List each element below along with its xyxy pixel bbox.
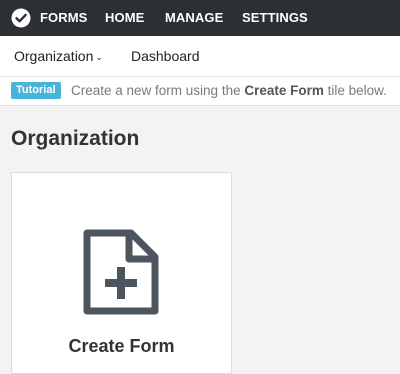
tutorial-badge[interactable]: Tutorial	[11, 82, 61, 99]
sub-navbar: Organization ⌄ Dashboard	[0, 36, 400, 77]
nav-home[interactable]: HOME	[105, 0, 144, 36]
tutorial-text-highlight: Create Form	[244, 83, 324, 98]
organization-dropdown-label: Organization	[14, 48, 94, 64]
create-form-label: Create Form	[68, 336, 175, 356]
chevron-down-icon: ⌄	[95, 52, 103, 62]
tutorial-text-end: tile below.	[323, 83, 387, 98]
top-navbar: FORMS HOME MANAGE SETTINGS	[0, 0, 400, 36]
nav-manage[interactable]: MANAGE	[165, 0, 223, 36]
check-circle-icon[interactable]	[11, 8, 31, 28]
dashboard-link[interactable]: Dashboard	[131, 36, 200, 76]
nav-forms[interactable]: FORMS	[40, 0, 87, 36]
tutorial-text-start: Create a new form using the	[71, 83, 245, 98]
create-form-tile[interactable]: Create Form	[11, 172, 232, 374]
nav-settings[interactable]: SETTINGS	[242, 0, 308, 36]
page-title: Organization	[11, 127, 140, 150]
organization-dropdown[interactable]: Organization ⌄	[14, 36, 103, 76]
file-plus-icon	[83, 229, 159, 315]
tutorial-text: Create a new form using the Create Form …	[71, 77, 387, 105]
tutorial-banner: Tutorial Create a new form using the Cre…	[0, 77, 400, 106]
